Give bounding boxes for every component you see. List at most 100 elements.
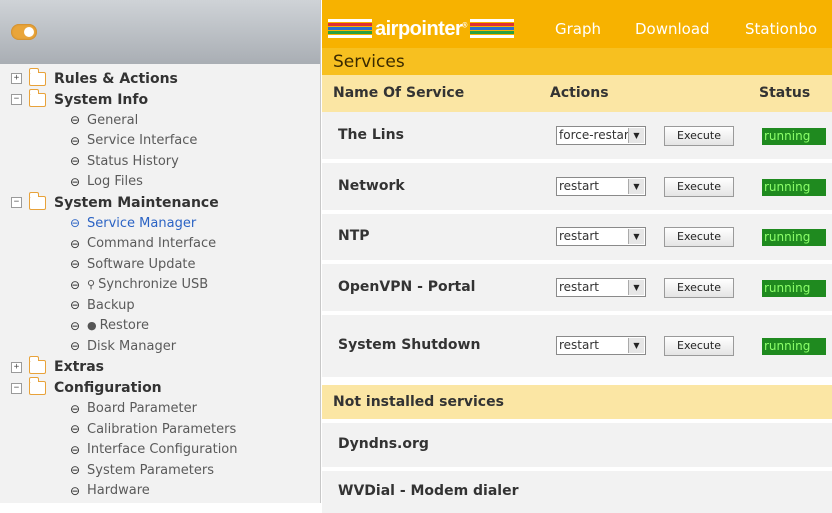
logo-stripes-right-icon <box>469 19 514 39</box>
tree-folder-system-info[interactable]: − System Info <box>0 88 320 110</box>
navigation-tree: + Rules & Actions − System Info ⊖ General ⊖ Ser… <box>0 67 320 502</box>
expand-icon[interactable]: + <box>11 73 22 84</box>
folder-icon <box>28 67 46 86</box>
execute-button[interactable]: Execute <box>664 336 734 356</box>
service-name: OpenVPN - Portal <box>338 278 476 295</box>
status-badge: running <box>762 279 826 297</box>
logo-text: airpointer <box>375 17 463 40</box>
tree-link-label: Command Interface <box>87 236 217 252</box>
tree-link-label: Board Parameter <box>87 401 197 417</box>
tree-link-label: Disk Manager <box>87 338 177 354</box>
nav-download[interactable]: Download <box>635 20 710 38</box>
column-header-name: Name Of Service <box>333 85 465 101</box>
nav-graph[interactable]: Graph <box>555 20 601 38</box>
tree-link-label: Status History <box>87 153 179 169</box>
tree-folder-label: Configuration <box>54 380 162 396</box>
not-installed-service-name: WVDial - Modem dialer <box>338 483 519 499</box>
service-name: System Shutdown <box>338 337 481 353</box>
nav-stationbook[interactable]: Stationbo <box>745 20 817 38</box>
restore-icon: ● <box>87 319 97 333</box>
tree-link-log-files[interactable]: ⊖ Log Files <box>0 172 320 193</box>
tree-link-label: Interface Configuration <box>87 442 238 458</box>
tree-link-general[interactable]: ⊖ General <box>0 110 320 131</box>
tree-link-interface-configuration[interactable]: ⊖ Interface Configuration <box>0 440 320 461</box>
action-select-value: restart <box>559 279 600 294</box>
tree-link-system-parameters[interactable]: ⊖ System Parameters <box>0 460 320 481</box>
tree-link-board-parameter[interactable]: ⊖ Board Parameter <box>0 399 320 420</box>
airpointer-logo[interactable]: airpointer® <box>328 14 514 44</box>
action-select[interactable]: force-restart ▼ <box>556 125 646 145</box>
tree-link-synchronize-usb[interactable]: ⊖ ⚲ Synchronize USB <box>0 275 320 296</box>
collapse-icon[interactable]: − <box>11 94 22 105</box>
link-chain-icon: ⊖ <box>69 442 81 457</box>
tree-link-backup[interactable]: ⊖ Backup <box>0 295 320 316</box>
not-installed-header: Not installed services <box>322 385 832 419</box>
execute-button[interactable]: Execute <box>664 277 734 298</box>
tree-link-restore[interactable]: ⊖ ● Restore <box>0 316 320 337</box>
action-select-value: restart <box>559 338 600 352</box>
tree-folder-configuration[interactable]: − Configuration <box>0 377 320 399</box>
link-chain-icon: ⊖ <box>69 483 81 498</box>
action-select[interactable]: restart ▼ <box>556 227 646 246</box>
tree-link-label: Software Update <box>87 256 196 272</box>
action-select[interactable]: restart ▼ <box>556 336 646 355</box>
execute-button[interactable]: Execute <box>664 227 734 247</box>
tree-link-command-interface[interactable]: ⊖ Command Interface <box>0 234 320 255</box>
link-chain-icon: ⊖ <box>69 236 81 251</box>
tree-folder-label: Rules & Actions <box>54 70 178 87</box>
status-badge: running <box>762 229 826 246</box>
tree-link-calibration-parameters[interactable]: ⊖ Calibration Parameters <box>0 419 320 440</box>
sidebar-toolbar <box>0 0 320 64</box>
tree-link-label: Calibration Parameters <box>87 421 237 437</box>
dropdown-arrow-icon[interactable]: ▼ <box>628 178 644 194</box>
tree-folder-rules-actions[interactable]: + Rules & Actions <box>0 67 320 89</box>
tree-link-service-interface[interactable]: ⊖ Service Interface <box>0 131 320 152</box>
link-chain-icon: ⊖ <box>69 154 81 169</box>
expand-icon[interactable]: + <box>11 361 22 373</box>
tree-link-disk-manager[interactable]: ⊖ Disk Manager <box>0 336 320 357</box>
tree-folder-extras[interactable]: + Extras <box>0 356 320 378</box>
status-badge: running <box>762 127 826 145</box>
dropdown-arrow-icon[interactable]: ▼ <box>628 338 644 353</box>
action-select-value: restart <box>559 229 600 243</box>
tree-folder-system-maintenance[interactable]: − System Maintenance <box>0 191 320 213</box>
logo-registered-mark: ® <box>462 21 467 29</box>
tree-folder-label: Extras <box>54 359 104 375</box>
column-header-status: Status <box>759 85 811 101</box>
service-name: The Lins <box>338 126 404 143</box>
link-chain-icon: ⊖ <box>69 422 81 437</box>
tree-link-software-update[interactable]: ⊖ Software Update <box>0 254 320 275</box>
service-row: NTP restart ▼ Execute running <box>322 214 832 264</box>
status-badge: running <box>762 178 826 196</box>
status-badge: running <box>762 338 826 355</box>
folder-icon <box>28 88 46 107</box>
not-installed-service-name: Dyndns.org <box>338 436 429 452</box>
tree-link-label: Backup <box>87 297 135 313</box>
tree-link-label: Service Interface <box>87 133 198 149</box>
dropdown-arrow-icon[interactable]: ▼ <box>628 229 644 244</box>
tree-link-label: Hardware <box>87 483 150 499</box>
usb-icon: ⚲ <box>87 278 96 292</box>
services-table: The Lins force-restart ▼ Execute running Netw… <box>322 112 832 381</box>
action-select[interactable]: restart ▼ <box>556 176 646 196</box>
logo-stripes-left-icon <box>328 19 372 39</box>
tree-link-label: Restore <box>99 318 149 334</box>
collapse-icon[interactable]: − <box>11 382 22 394</box>
service-row: The Lins force-restart ▼ Execute running <box>322 112 832 163</box>
tree-link-label: Log Files <box>87 174 143 190</box>
action-select[interactable]: restart ▼ <box>556 277 646 297</box>
folder-icon <box>28 356 46 374</box>
folder-icon <box>28 191 46 210</box>
tree-link-status-history[interactable]: ⊖ Status History <box>0 151 320 172</box>
toggle-switch-icon[interactable] <box>11 24 37 40</box>
tree-link-hardware[interactable]: ⊖ Hardware <box>0 481 320 502</box>
dropdown-arrow-icon[interactable]: ▼ <box>628 127 644 143</box>
execute-button[interactable]: Execute <box>664 176 734 197</box>
link-chain-icon: ⊖ <box>69 113 81 128</box>
service-row: Network restart ▼ Execute running <box>322 163 832 214</box>
execute-button[interactable]: Execute <box>664 125 734 146</box>
tree-link-service-manager[interactable]: ⊖ Service Manager <box>0 213 320 234</box>
tree-folder-label: System Maintenance <box>54 194 219 211</box>
collapse-icon[interactable]: − <box>11 197 22 208</box>
dropdown-arrow-icon[interactable]: ▼ <box>628 279 644 295</box>
